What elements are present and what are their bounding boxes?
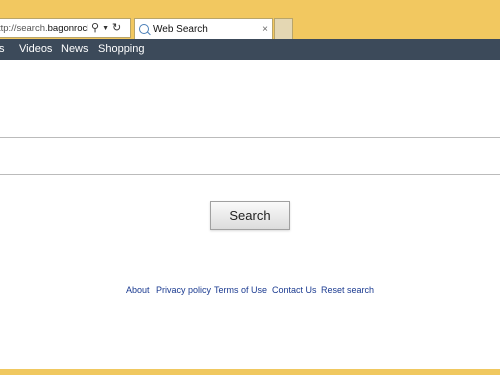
search-icon[interactable]: ⚲	[91, 22, 99, 34]
footer-link-privacy-policy[interactable]: Privacy policy	[156, 285, 211, 295]
nav-item-partial[interactable]: s	[0, 43, 5, 55]
dropdown-arrow-icon[interactable]: ▼	[102, 25, 109, 32]
url-domain: bagonrock....	[47, 22, 88, 34]
footer-link-terms-of-use[interactable]: Terms of Use	[214, 285, 267, 295]
footer-link-contact-us[interactable]: Contact Us	[272, 285, 317, 295]
page-content: Search About Privacy policy Terms of Use…	[0, 60, 500, 369]
nav-item-news[interactable]: News	[61, 43, 89, 55]
nav-item-shopping[interactable]: Shopping	[98, 43, 145, 55]
tab-web-search[interactable]: Web Search ×	[134, 18, 273, 39]
navigation-bar: s Videos News Shopping	[0, 39, 500, 60]
close-tab-icon[interactable]: ×	[262, 24, 268, 35]
address-bar[interactable]: ttp://search.bagonrock.... ⚲ ▼ ↻	[0, 18, 131, 38]
browser-bottom-frame	[0, 369, 500, 375]
refresh-icon[interactable]: ↻	[112, 22, 121, 34]
search-favicon-icon	[139, 24, 149, 34]
tab-title: Web Search	[153, 23, 208, 35]
footer-link-reset-search[interactable]: Reset search	[321, 285, 374, 295]
search-button[interactable]: Search	[210, 201, 290, 230]
browser-window: ttp://search.bagonrock.... ⚲ ▼ ↻ Web Sea…	[0, 0, 500, 375]
search-input[interactable]	[0, 137, 500, 175]
footer-link-about[interactable]: About	[126, 285, 150, 295]
url-prefix: ttp://search.	[0, 22, 48, 34]
url-text[interactable]: ttp://search.bagonrock....	[0, 23, 88, 34]
nav-item-videos[interactable]: Videos	[19, 43, 52, 55]
browser-chrome: ttp://search.bagonrock.... ⚲ ▼ ↻ Web Sea…	[0, 0, 500, 39]
new-tab-button[interactable]	[274, 18, 293, 39]
